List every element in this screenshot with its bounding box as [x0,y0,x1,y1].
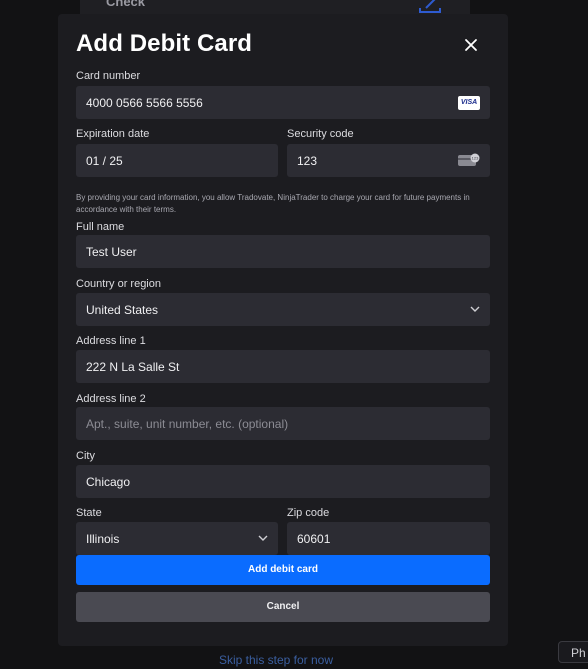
state-value: Illinois [86,532,120,546]
zip-code-field[interactable]: 60601 [287,522,490,555]
chevron-down-icon [470,306,480,312]
security-code-field[interactable]: 123 123 [287,144,490,177]
modal-title: Add Debit Card [76,30,253,57]
state-select[interactable]: Illinois [76,522,278,555]
expiration-date-value: 01 / 25 [86,154,123,168]
security-code-value: 123 [297,154,318,168]
visa-card-icon: VISA [458,96,480,110]
country-select[interactable]: United States [76,293,490,326]
zip-code-value: 60601 [297,532,331,546]
background-phone-button[interactable]: Ph [558,641,588,663]
expiration-date-field[interactable]: 01 / 25 [76,144,278,177]
country-value: United States [86,303,159,317]
cvc-card-icon: 123 [458,153,480,166]
city-value: Chicago [86,475,131,489]
chevron-down-icon [258,535,268,541]
add-debit-card-modal: Add Debit Card Card number 4000 0566 556… [58,14,508,646]
background-card-label: Check [106,0,146,9]
full-name-field[interactable]: Test User [76,235,490,268]
card-number-field[interactable]: 4000 0566 5566 5556 VISA [76,86,490,119]
address-line-2-placeholder: Apt., suite, unit number, etc. (optional… [86,417,289,431]
check-deposit-icon [419,0,441,13]
svg-text:123: 123 [472,156,479,161]
address-line-1-value: 222 N La Salle St [86,360,180,374]
cancel-button[interactable]: Cancel [76,592,490,622]
city-field[interactable]: Chicago [76,465,490,498]
add-debit-card-button[interactable]: Add debit card [76,555,490,585]
card-number-label: Card number [76,70,141,82]
expiration-date-label: Expiration date [76,128,150,140]
security-code-label: Security code [287,128,354,140]
city-label: City [76,450,95,462]
card-number-value: 4000 0566 5566 5556 [86,96,203,110]
authorization-disclaimer: By providing your card information, you … [76,193,470,214]
address-line-2-label: Address line 2 [76,393,146,405]
close-icon[interactable] [460,34,482,56]
address-line-1-label: Address line 1 [76,335,146,347]
skip-step-link[interactable]: Skip this step for now [0,653,552,667]
address-line-1-field[interactable]: 222 N La Salle St [76,350,490,383]
full-name-label: Full name [76,221,125,233]
full-name-value: Test User [86,245,137,259]
zip-code-label: Zip code [287,507,330,519]
state-label: State [76,507,102,519]
address-line-2-field[interactable]: Apt., suite, unit number, etc. (optional… [76,407,490,440]
country-label: Country or region [76,278,161,290]
